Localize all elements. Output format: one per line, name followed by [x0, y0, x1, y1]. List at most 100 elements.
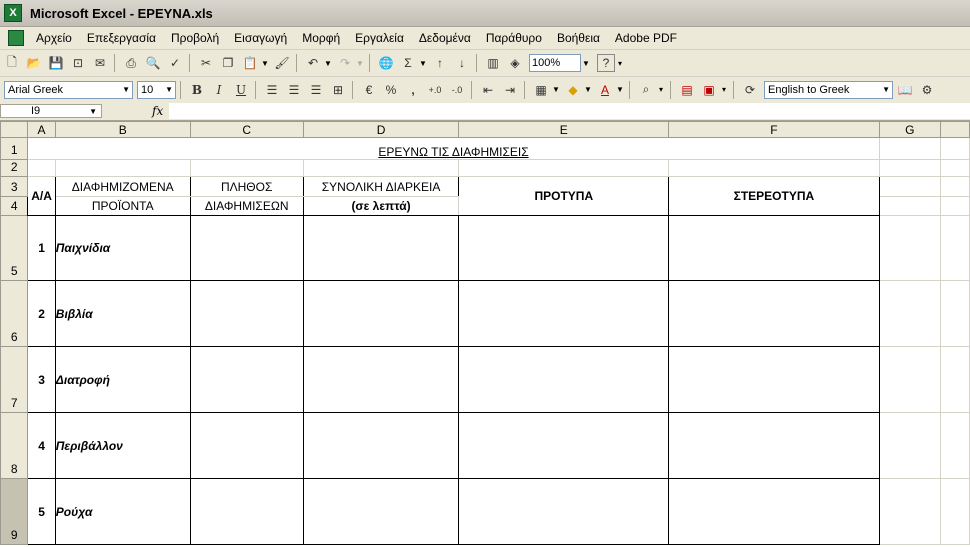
sort-descending-icon[interactable]: ↓: [452, 53, 472, 73]
item-patterns[interactable]: [458, 346, 670, 413]
sheet-title-cell[interactable]: ΕΡΕΥΝΩ ΤΙΣ ΔΙΑΦΗΜΙΣΕΙΣ: [27, 137, 880, 160]
column-header-d[interactable]: D: [302, 121, 460, 138]
select-all-corner[interactable]: [0, 121, 29, 138]
chevron-down-icon[interactable]: ▼: [583, 82, 593, 98]
cell-e2[interactable]: [458, 159, 670, 177]
align-center-icon[interactable]: ☰: [284, 80, 304, 100]
percent-button[interactable]: %: [381, 80, 401, 100]
align-left-icon[interactable]: ☰: [262, 80, 282, 100]
item-product[interactable]: Βιβλία: [54, 280, 191, 347]
item-number[interactable]: 5: [27, 478, 56, 545]
chevron-down-icon[interactable]: ▼: [260, 55, 270, 71]
increase-decimal-icon[interactable]: +.0: [425, 80, 445, 100]
research-icon[interactable]: ⌕: [636, 80, 656, 100]
item-number[interactable]: 2: [27, 280, 56, 347]
item-stereotypes[interactable]: [668, 346, 880, 413]
chevron-down-icon[interactable]: ▾: [656, 82, 666, 98]
header-duration-line2[interactable]: (σε λεπτά): [302, 196, 460, 216]
redo-icon[interactable]: ↷: [335, 53, 355, 73]
name-box[interactable]: I9 ▼: [0, 104, 102, 118]
cell-h2[interactable]: [939, 159, 970, 177]
item-duration[interactable]: [302, 478, 460, 545]
translation-direction-select[interactable]: English to Greek ▼: [764, 80, 893, 99]
item-number[interactable]: 1: [27, 215, 56, 281]
menu-edit[interactable]: Επεξεργασία: [87, 31, 165, 45]
cell-h5[interactable]: [939, 215, 970, 281]
new-icon[interactable]: 🗋: [2, 53, 22, 73]
item-product[interactable]: Παιχνίδια: [54, 215, 191, 281]
cell-h7[interactable]: [939, 346, 970, 413]
cell-g3[interactable]: [878, 176, 941, 197]
menu-file[interactable]: Αρχείο: [36, 31, 81, 45]
row-header-2[interactable]: 2: [0, 159, 29, 177]
chart-wizard-icon[interactable]: ▥: [483, 53, 503, 73]
menu-format[interactable]: Μορφή: [302, 31, 349, 45]
item-patterns[interactable]: [458, 478, 670, 545]
cell-b2[interactable]: [54, 159, 191, 177]
save-icon[interactable]: 💾: [46, 53, 66, 73]
menu-data[interactable]: Δεδομένα: [419, 31, 480, 45]
row-header-8[interactable]: 8: [0, 412, 29, 479]
drawing-icon[interactable]: ◈: [505, 53, 525, 73]
item-count[interactable]: [189, 412, 304, 479]
cell-h3[interactable]: [939, 176, 970, 197]
borders-icon[interactable]: ▦: [531, 80, 551, 100]
pdf-email-icon[interactable]: ▣: [699, 80, 719, 100]
menu-view[interactable]: Προβολή: [171, 31, 228, 45]
autosum-icon[interactable]: Σ: [398, 53, 418, 73]
header-count-line1[interactable]: ΠΛΗΘΟΣ: [189, 176, 304, 197]
chevron-down-icon[interactable]: ▼: [323, 55, 333, 71]
item-count[interactable]: [189, 478, 304, 545]
insert-function-icon[interactable]: fx: [152, 104, 163, 118]
font-name-select[interactable]: Arial Greek ▼: [4, 80, 133, 99]
increase-indent-icon[interactable]: ⇥: [500, 80, 520, 100]
chevron-down-icon[interactable]: ▾: [719, 82, 729, 98]
italic-button[interactable]: I: [209, 80, 229, 100]
chevron-down-icon[interactable]: ▼: [581, 55, 591, 71]
menu-insert[interactable]: Εισαγωγή: [234, 31, 296, 45]
row-header-5[interactable]: 5: [0, 215, 29, 281]
item-number[interactable]: 4: [27, 412, 56, 479]
help-icon[interactable]: ?: [597, 54, 615, 72]
align-right-icon[interactable]: ☰: [306, 80, 326, 100]
column-header-g[interactable]: G: [878, 121, 941, 138]
cell-g2[interactable]: [878, 159, 941, 177]
item-stereotypes[interactable]: [668, 478, 880, 545]
cell-d2[interactable]: [302, 159, 460, 177]
row-header-9[interactable]: 9: [0, 478, 29, 545]
cell-g9[interactable]: [878, 478, 941, 545]
row-header-1[interactable]: 1: [0, 137, 29, 160]
translate-icon[interactable]: ⟳: [740, 80, 760, 100]
item-duration[interactable]: [302, 215, 460, 281]
zoom-input[interactable]: 100%: [529, 54, 581, 72]
item-stereotypes[interactable]: [668, 412, 880, 479]
item-patterns[interactable]: [458, 280, 670, 347]
email-icon[interactable]: ✉: [90, 53, 110, 73]
item-product[interactable]: Ρούχα: [54, 478, 191, 545]
cell-h4[interactable]: [939, 196, 970, 216]
row-header-6[interactable]: 6: [0, 280, 29, 347]
menu-window[interactable]: Παράθυρο: [486, 31, 551, 45]
chevron-down-icon[interactable]: ▼: [418, 55, 428, 71]
cell-a2[interactable]: [27, 159, 56, 177]
cell-h1[interactable]: [939, 137, 970, 160]
translate-tools-icon[interactable]: ⚙: [917, 80, 937, 100]
item-duration[interactable]: [302, 280, 460, 347]
header-patterns[interactable]: ΠΡΟΤΥΠΑ: [458, 176, 670, 216]
column-header-e[interactable]: E: [458, 121, 670, 138]
cell-h9[interactable]: [939, 478, 970, 545]
cell-g8[interactable]: [878, 412, 941, 479]
bold-button[interactable]: B: [187, 80, 207, 100]
formula-input[interactable]: [169, 103, 970, 119]
header-aa[interactable]: Α/Α: [27, 176, 56, 216]
item-count[interactable]: [189, 346, 304, 413]
cell-g4[interactable]: [878, 196, 941, 216]
column-header-a[interactable]: A: [27, 121, 56, 138]
row-header-3[interactable]: 3: [0, 176, 29, 197]
fill-color-icon[interactable]: ◆: [563, 80, 583, 100]
merge-center-icon[interactable]: ⊞: [328, 80, 348, 100]
pdf-convert-icon[interactable]: ▤: [677, 80, 697, 100]
row-header-4[interactable]: 4: [0, 196, 29, 216]
sort-ascending-icon[interactable]: ↑: [430, 53, 450, 73]
chevron-down-icon[interactable]: ▾: [615, 55, 625, 71]
